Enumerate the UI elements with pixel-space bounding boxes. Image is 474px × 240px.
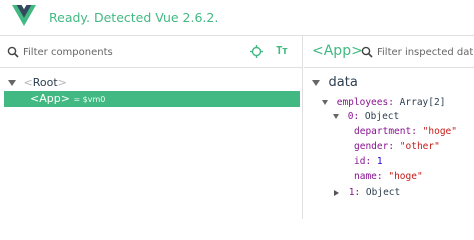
component-name: Root (32, 76, 58, 89)
inspector-header: <App> (304, 36, 474, 68)
field-row[interactable]: gender: "other" (354, 140, 440, 154)
target-icon[interactable] (250, 45, 263, 58)
field-row[interactable]: name: "hoge" (354, 170, 423, 184)
inspector-search-input[interactable] (377, 44, 473, 60)
search-icon (361, 46, 373, 58)
item-0-row[interactable]: 0: Object (333, 110, 399, 124)
field-row[interactable]: id: 1 (354, 155, 383, 169)
status-text: Ready. Detected Vue 2.6.2. (49, 10, 219, 25)
expand-arrow-icon[interactable] (333, 114, 339, 119)
item-1-row[interactable]: 1: Object (334, 186, 400, 200)
search-icon (7, 46, 19, 58)
expand-arrow-icon[interactable] (312, 80, 320, 86)
tree-node-root[interactable]: <Root> (8, 75, 67, 91)
components-search-input[interactable] (23, 44, 223, 60)
inspected-component-title: <App> (312, 43, 363, 59)
components-panel: Tт <Root> <App> = $vm0 (0, 36, 303, 219)
employees-row[interactable]: employees: Array[2] (322, 96, 445, 110)
expand-arrow-icon[interactable] (8, 80, 16, 86)
section-label: data (328, 75, 358, 90)
expand-arrow-icon[interactable] (322, 100, 328, 105)
data-section-header[interactable]: data (312, 75, 358, 93)
component-name: App (39, 92, 61, 105)
collapse-arrow-icon[interactable] (334, 189, 339, 196)
tree-node-app[interactable]: <App> = $vm0 (4, 91, 300, 107)
inspector-panel: <App> data employees: Array[2] 0: Object… (304, 36, 474, 219)
vue-logo-icon (12, 5, 36, 26)
status-bar: Ready. Detected Vue 2.6.2. (0, 0, 474, 36)
components-search-bar: Tт (0, 36, 302, 68)
vm-reference-badge: = $vm0 (73, 95, 106, 104)
field-row[interactable]: department: "hoge" (354, 125, 457, 139)
text-format-icon[interactable]: Tт (276, 44, 288, 57)
